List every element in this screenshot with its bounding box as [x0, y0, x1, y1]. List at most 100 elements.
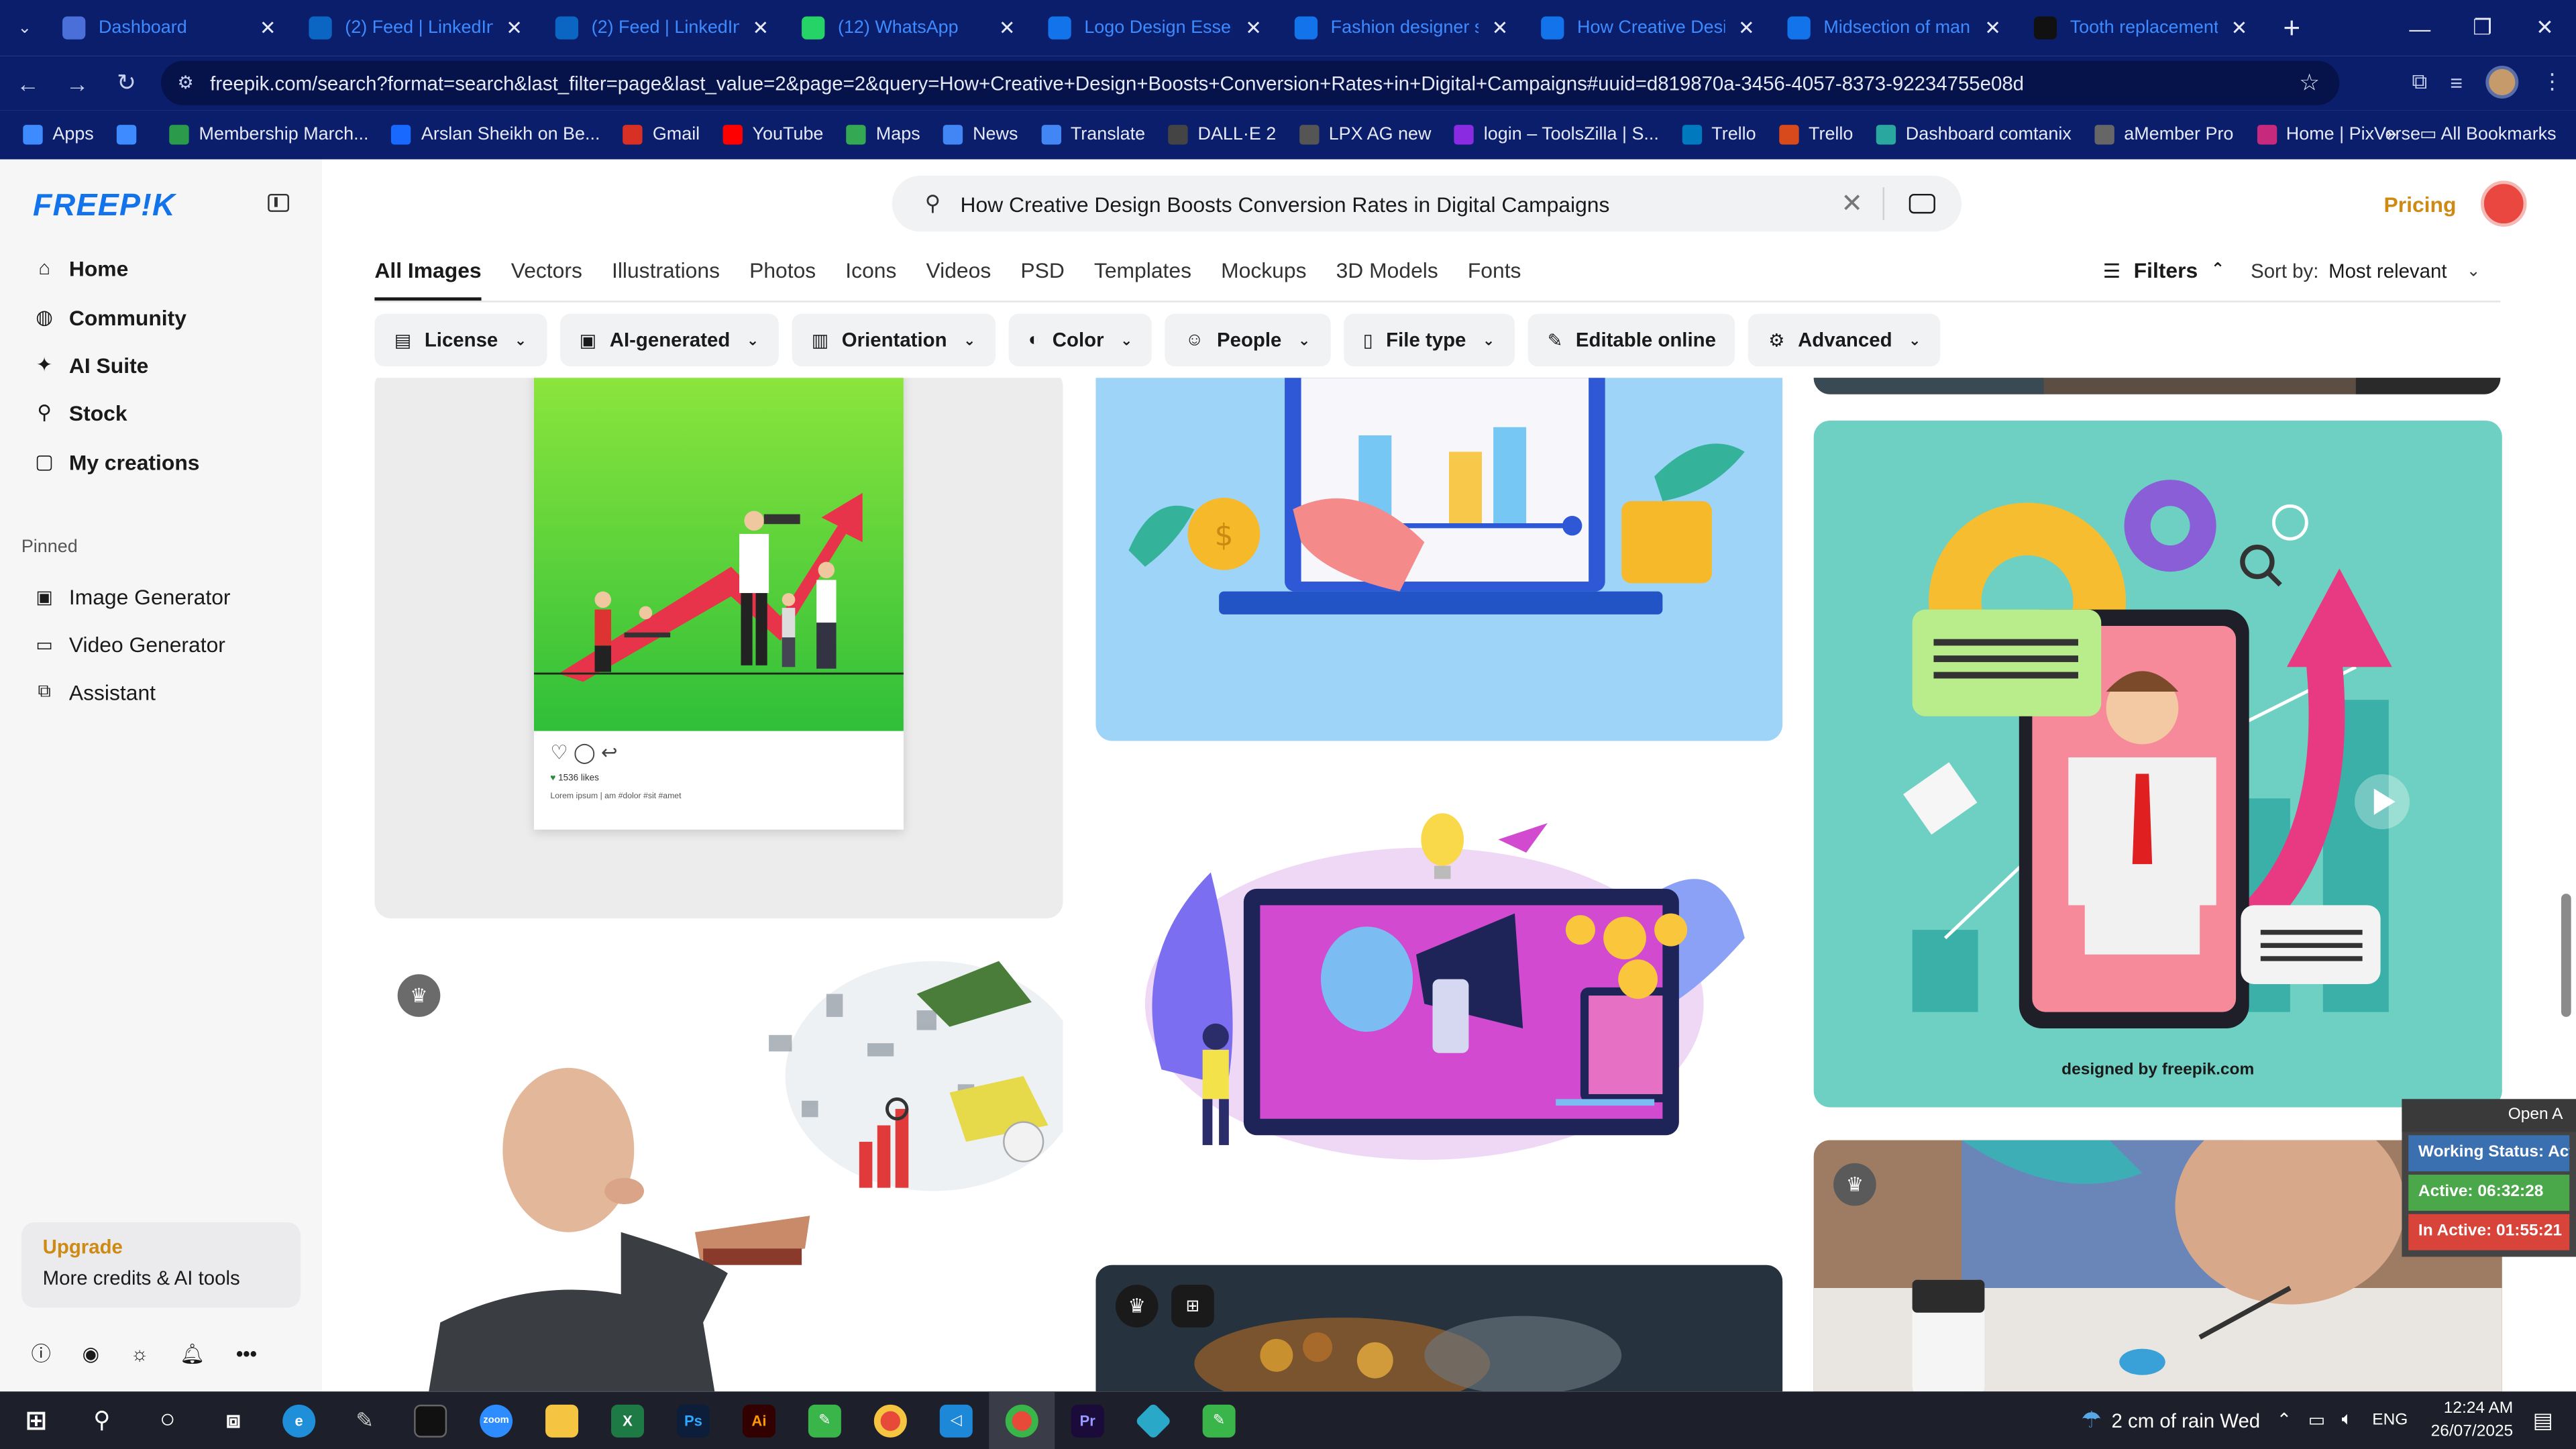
vscode-icon[interactable]: ◁: [923, 1391, 989, 1449]
theme-icon[interactable]: ☼: [131, 1342, 149, 1364]
back-icon[interactable]: ←: [3, 70, 52, 96]
result-card-laptop-chart[interactable]: $: [1095, 378, 1783, 741]
site-info-icon[interactable]: ⚙: [177, 72, 193, 93]
browser-tab[interactable]: Midsection of man u ✕: [1774, 0, 2021, 56]
filter-chip-ai-generated[interactable]: ▣ AI-generated ⌄: [559, 313, 779, 367]
filter-chip-editable-online[interactable]: ✎ Editable online: [1527, 313, 1736, 367]
sidebar-item-my-creations[interactable]: ▢ My creations: [33, 443, 200, 480]
minimize-icon[interactable]: —: [2389, 0, 2451, 56]
sidebar-item-video-generator[interactable]: ▭ Video Generator: [33, 626, 225, 662]
zoom-icon[interactable]: zoom: [464, 1391, 529, 1449]
tab-photos[interactable]: Photos: [749, 258, 816, 301]
close-tab-icon[interactable]: ✕: [2228, 16, 2251, 39]
close-tab-icon[interactable]: ✕: [502, 16, 525, 39]
bookmark-item[interactable]: DALL·E 2: [1168, 125, 1276, 145]
tab-icons[interactable]: Icons: [845, 258, 896, 301]
browser-tab[interactable]: How Creative Design ✕: [1528, 0, 1774, 56]
bookmark-item[interactable]: [117, 125, 146, 145]
tab-psd[interactable]: PSD: [1020, 258, 1064, 301]
sidebar-item-ai-suite[interactable]: ✦ AI Suite: [33, 347, 149, 383]
browser-tab[interactable]: Tooth replacement n ✕: [2021, 0, 2267, 56]
tab-illustrations[interactable]: Illustrations: [612, 258, 720, 301]
extensions-icon[interactable]: ⧉: [2412, 69, 2427, 95]
bookmarks-overflow-icon[interactable]: »: [2387, 124, 2397, 144]
chrome-icon[interactable]: [857, 1391, 923, 1449]
tab-videos[interactable]: Videos: [926, 258, 991, 301]
bookmark-item[interactable]: LPX AG new: [1299, 125, 1431, 145]
filters-button[interactable]: ☰ Filters ⌃: [2103, 258, 2225, 282]
bookmark-item[interactable]: login – ToolsZilla | S...: [1454, 125, 1659, 145]
more-menu-icon[interactable]: ⋮: [2542, 69, 2563, 95]
close-tab-icon[interactable]: ✕: [1981, 16, 2004, 39]
photoshop-icon[interactable]: Ps: [660, 1391, 726, 1449]
weather-widget[interactable]: ☂ 2 cm of rain Wed: [2081, 1406, 2260, 1434]
forward-icon[interactable]: →: [52, 70, 101, 96]
work-status-open-button[interactable]: Open A: [2402, 1099, 2576, 1132]
close-window-icon[interactable]: ✕: [2514, 0, 2576, 56]
browser-tab[interactable]: Fashion designer ske ✕: [1281, 0, 1527, 56]
result-card-creative-man-photo[interactable]: ♛: [374, 945, 1063, 1392]
bookmark-item[interactable]: Translate: [1040, 125, 1145, 145]
task-view-icon[interactable]: ⧈: [201, 1391, 266, 1449]
notifications-icon[interactable]: 🔔︎: [180, 1342, 205, 1364]
bookmark-item[interactable]: YouTube: [722, 125, 823, 145]
network-icon[interactable]: ▭: [2308, 1409, 2325, 1431]
media-controls-icon[interactable]: ≡: [2450, 70, 2463, 95]
premiere-icon[interactable]: Pr: [1055, 1391, 1120, 1449]
excel-icon[interactable]: X: [595, 1391, 661, 1449]
scrollbar-thumb[interactable]: [2561, 894, 2571, 1017]
green-app-2-icon[interactable]: ✎: [1186, 1391, 1252, 1449]
edge-icon[interactable]: e: [266, 1391, 332, 1449]
pen-tool-icon[interactable]: ✎: [332, 1391, 398, 1449]
tab-fonts[interactable]: Fonts: [1468, 258, 1521, 301]
cortana-icon[interactable]: ○: [135, 1391, 201, 1449]
upgrade-card[interactable]: Upgrade More credits & AI tools: [21, 1222, 301, 1308]
file-explorer-icon[interactable]: [529, 1391, 595, 1449]
bookmark-item[interactable]: aMember Pro: [2094, 125, 2233, 145]
filter-chip-color[interactable]: ◐ Color ⌄: [1008, 313, 1152, 367]
sidebar-item-image-generator[interactable]: ▣ Image Generator: [33, 578, 230, 614]
tab-mockups[interactable]: Mockups: [1221, 258, 1306, 301]
result-card-partial-photo[interactable]: [1813, 378, 2501, 394]
filter-chip-advanced[interactable]: ⚙ Advanced ⌄: [1748, 313, 1941, 367]
browser-tab[interactable]: Logo Design Essenti ✕: [1035, 0, 1281, 56]
close-tab-icon[interactable]: ✕: [749, 16, 772, 39]
new-tab-button[interactable]: +: [2267, 11, 2316, 45]
volume-icon[interactable]: 🔈︎: [2342, 1409, 2353, 1431]
browser-tab[interactable]: (12) WhatsApp ✕: [789, 0, 1035, 56]
bookmark-item[interactable]: Dashboard comtanix: [1876, 125, 2072, 145]
close-tab-icon[interactable]: ✕: [1489, 16, 1511, 39]
clear-search-icon[interactable]: ✕: [1841, 187, 1863, 220]
terminal-icon[interactable]: [398, 1391, 464, 1449]
all-bookmarks[interactable]: ▭ All Bookmarks: [2420, 123, 2557, 144]
profile-avatar[interactable]: [2485, 65, 2519, 99]
more-options-icon[interactable]: •••: [236, 1342, 257, 1364]
app-diamond-icon[interactable]: [1120, 1391, 1186, 1449]
sidebar-item-community[interactable]: ◍ Community: [33, 299, 186, 335]
bookmark-star-icon[interactable]: ☆: [2299, 69, 2320, 97]
search-bar[interactable]: ⚲ How Creative Design Boosts Conversion …: [892, 176, 1962, 232]
tab-search-chevron-icon[interactable]: ⌄: [0, 0, 49, 56]
browser-tab[interactable]: (2) Feed | LinkedIn ✕: [296, 0, 542, 56]
illustrator-icon[interactable]: Ai: [726, 1391, 792, 1449]
tab-all-images[interactable]: All Images: [374, 258, 482, 301]
notification-center-icon[interactable]: ▤: [2533, 1407, 2553, 1434]
tab-templates[interactable]: Templates: [1094, 258, 1191, 301]
taskbar-search-icon[interactable]: ⚲: [69, 1391, 135, 1449]
bookmark-item[interactable]: News: [943, 125, 1018, 145]
sidebar-item-home[interactable]: ⌂ Home: [33, 250, 128, 286]
pricing-link[interactable]: Pricing: [2383, 193, 2456, 217]
close-tab-icon[interactable]: ✕: [256, 16, 279, 39]
sidebar-item-stock[interactable]: ⚲ Stock: [33, 394, 127, 431]
reload-icon[interactable]: ↻: [102, 69, 151, 97]
browser-tab[interactable]: Dashboard ✕: [49, 0, 295, 56]
filter-chip-file-type[interactable]: ▯ File type ⌄: [1343, 313, 1515, 367]
bookmark-item[interactable]: Gmail: [623, 125, 700, 145]
result-card-phone-businessman[interactable]: designed by freepik.com: [1813, 420, 2502, 1108]
filter-chip-orientation[interactable]: ▥ Orientation ⌄: [792, 313, 996, 367]
tab-vectors[interactable]: Vectors: [511, 258, 582, 301]
camera-search-icon[interactable]: [1909, 193, 1935, 214]
result-card-dark-cityscape[interactable]: ♛ ⊞: [1095, 1265, 1783, 1392]
discord-icon[interactable]: ◉: [82, 1342, 99, 1364]
restore-icon[interactable]: ❐: [2451, 0, 2514, 56]
